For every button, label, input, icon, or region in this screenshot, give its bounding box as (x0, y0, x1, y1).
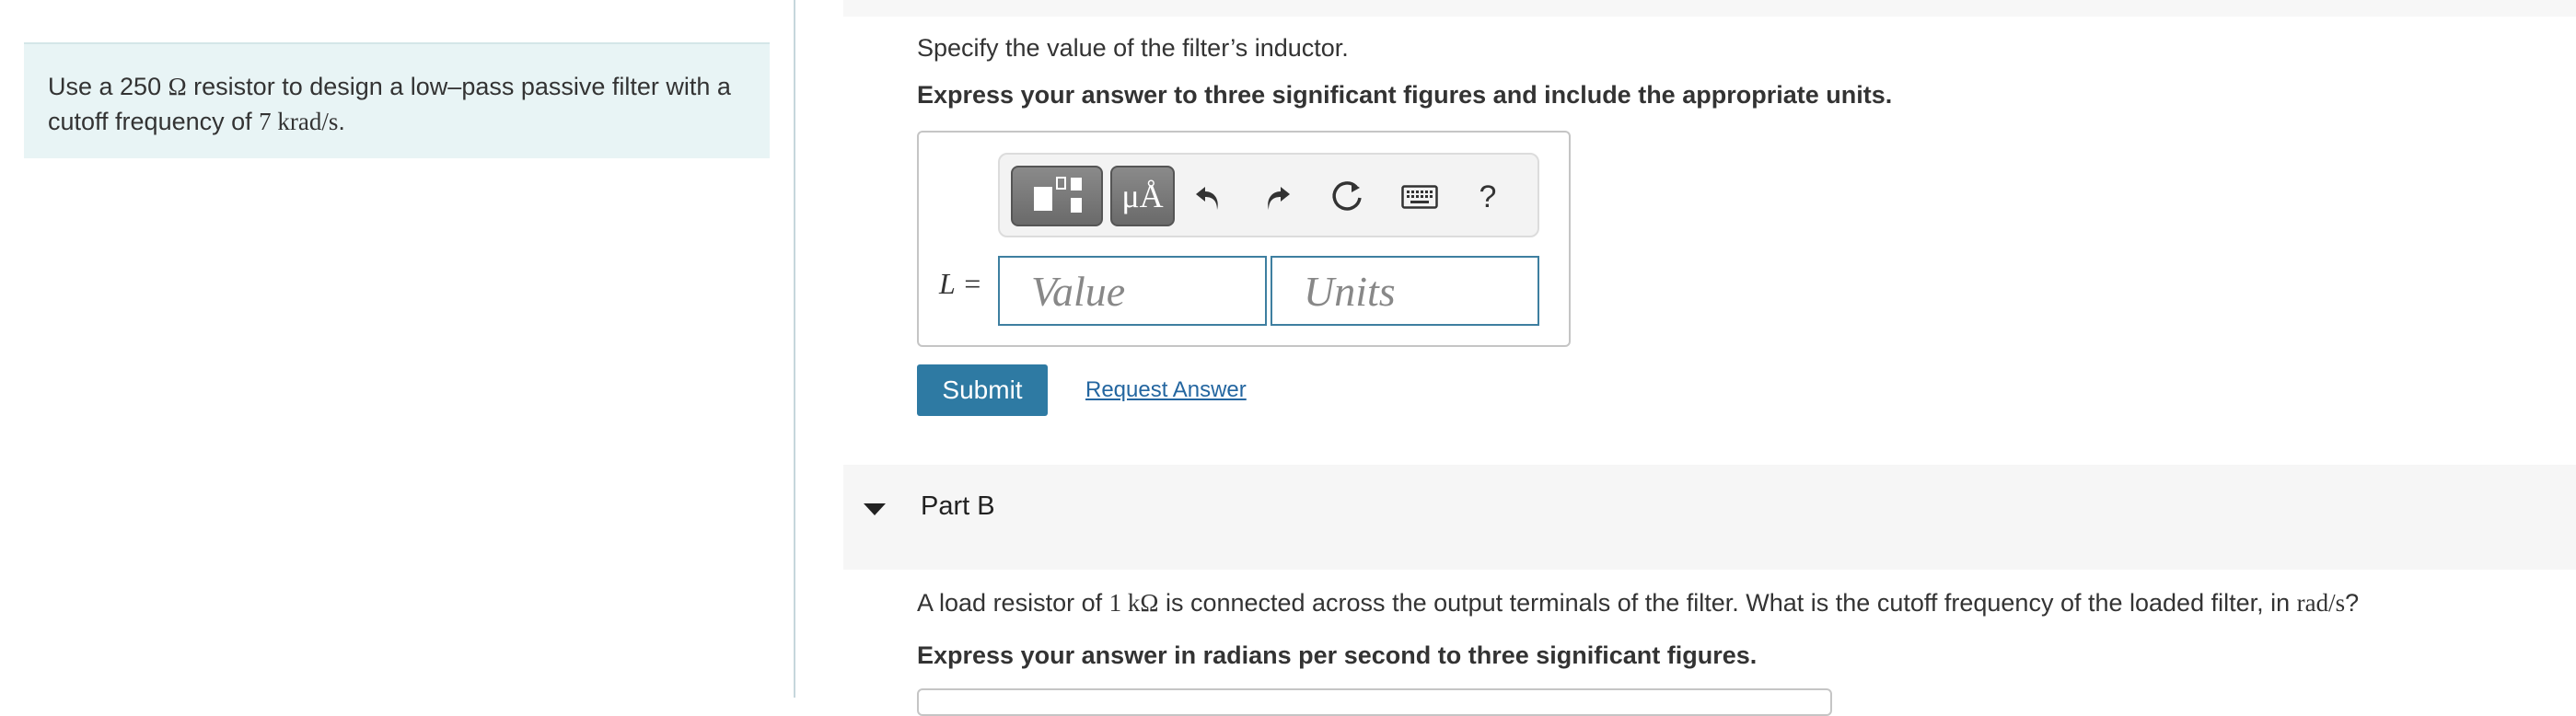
help-button[interactable]: ? (1469, 179, 1506, 215)
part-a-prompt: Specify the value of the filter’s induct… (917, 34, 1349, 62)
variable-label: L = (939, 267, 982, 301)
undo-icon (1196, 187, 1218, 210)
units-input[interactable] (1271, 256, 1539, 326)
templates-icon (1034, 177, 1082, 213)
keyboard-button[interactable] (1399, 179, 1440, 215)
part-b-unit: rad/s (2296, 589, 2346, 617)
problem-text-after: . (338, 108, 345, 135)
answer-box: μÅ ? L = Value Units (917, 131, 1571, 347)
redo-icon (1268, 187, 1290, 210)
undo-button[interactable] (1189, 179, 1226, 215)
part-b-question-after: ? (2345, 589, 2360, 617)
part-b-title: Part B (921, 491, 995, 521)
reset-button[interactable] (1329, 179, 1366, 215)
panel-divider (794, 0, 795, 698)
part-b-header[interactable]: Part B (843, 465, 2576, 570)
cutoff-value: 7 krad/s (259, 108, 339, 135)
units-button-label: μÅ (1121, 178, 1164, 214)
redo-button[interactable] (1259, 179, 1296, 215)
part-a-header-strip (843, 0, 2576, 17)
units-button[interactable]: μÅ (1110, 166, 1175, 226)
resistor-unit: Ω (168, 73, 187, 100)
templates-button[interactable] (1011, 166, 1103, 226)
problem-text-before: Use a 250 (48, 73, 168, 100)
problem-statement: Use a 250 Ω resistor to design a low–pas… (24, 42, 770, 158)
load-value: 1 kΩ (1108, 589, 1159, 617)
collapse-caret-icon[interactable] (864, 503, 886, 515)
part-b-question: A load resistor of 1 kΩ is connected acr… (917, 589, 2359, 618)
help-label: ? (1479, 179, 1497, 214)
part-b-question-middle: is connected across the output terminals… (1158, 589, 2297, 617)
keyboard-icon (1401, 185, 1438, 209)
part-b-question-before: A load resistor of (917, 589, 1109, 617)
value-input[interactable] (998, 256, 1267, 326)
reset-icon (1332, 181, 1362, 211)
variable-label-text: L = (939, 267, 982, 300)
part-a-instruction: Express your answer to three significant… (917, 81, 1893, 109)
part-b-instruction: Express your answer in radians per secon… (917, 641, 1758, 669)
math-toolbar: μÅ ? (998, 153, 1539, 237)
submit-button[interactable]: Submit (917, 364, 1048, 416)
request-answer-link[interactable]: Request Answer (1085, 377, 1247, 403)
part-b-answer-box (917, 688, 1832, 716)
